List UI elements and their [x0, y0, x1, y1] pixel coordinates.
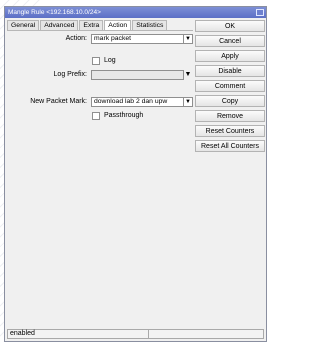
action-label: Action:	[65, 35, 87, 42]
tab-general[interactable]: General	[7, 20, 40, 30]
window-close-icon[interactable]	[256, 9, 264, 16]
mangle-rule-window: Mangle Rule <192.168.10.0/24> General Ad…	[4, 6, 267, 342]
comment-button[interactable]: Comment	[195, 80, 265, 92]
reset-all-counters-button[interactable]: Reset All Counters	[195, 140, 265, 152]
tab-action[interactable]: Action	[104, 20, 132, 30]
ok-button[interactable]: OK	[195, 20, 265, 32]
apply-button[interactable]: Apply	[195, 50, 265, 62]
log-label: Log	[104, 57, 116, 64]
log-prefix-input[interactable]	[91, 70, 184, 80]
log-checkbox[interactable]	[92, 57, 100, 65]
dropdown-arrow-icon[interactable]: ▼	[183, 70, 193, 80]
tab-bar: General Advanced Extra Action Statistics	[7, 20, 168, 30]
passthrough-checkbox[interactable]	[92, 112, 100, 120]
status-bar: enabled	[7, 329, 264, 339]
copy-button[interactable]: Copy	[195, 95, 265, 107]
action-select[interactable]: mark packet	[91, 34, 184, 44]
action-panel: Action: mark packet ▼ Log Log Prefix: ▼ …	[7, 30, 193, 330]
tab-advanced[interactable]: Advanced	[40, 20, 79, 30]
log-prefix-label: Log Prefix:	[53, 71, 87, 78]
passthrough-label: Passthrough	[104, 112, 144, 119]
tab-extra[interactable]: Extra	[79, 20, 104, 30]
status-separator	[148, 330, 149, 338]
button-column: OK Cancel Apply Disable Comment Copy Rem…	[195, 20, 265, 155]
status-text: enabled	[10, 330, 35, 337]
cancel-button[interactable]: Cancel	[195, 35, 265, 47]
new-packet-mark-select[interactable]: download lab 2 dan upw	[91, 97, 184, 107]
remove-button[interactable]: Remove	[195, 110, 265, 122]
disable-button[interactable]: Disable	[195, 65, 265, 77]
dropdown-arrow-icon[interactable]: ▼	[183, 34, 193, 44]
dropdown-arrow-icon[interactable]: ▼	[183, 97, 193, 107]
window-title: Mangle Rule <192.168.10.0/24>	[8, 9, 101, 16]
window-titlebar[interactable]: Mangle Rule <192.168.10.0/24>	[5, 7, 266, 18]
tab-statistics[interactable]: Statistics	[132, 20, 168, 30]
reset-counters-button[interactable]: Reset Counters	[195, 125, 265, 137]
new-packet-mark-label: New Packet Mark:	[30, 98, 87, 105]
